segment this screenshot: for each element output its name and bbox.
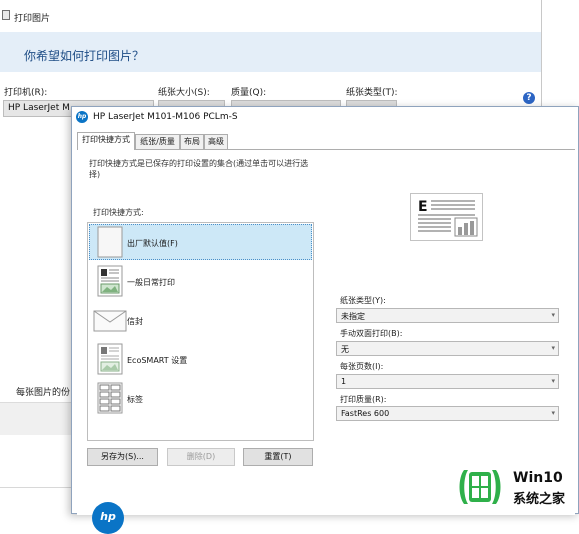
tab-layout[interactable]: 布局 — [180, 134, 204, 149]
shortcuts-label: 打印快捷方式: — [93, 208, 144, 217]
win10-watermark-logo — [456, 466, 504, 508]
back-window-footer — [0, 402, 72, 435]
chevron-down-icon: ▾ — [551, 409, 555, 417]
labels-sheet-icon — [97, 382, 123, 417]
duplex-setting-label: 手动双面打印(B): — [340, 329, 403, 338]
printer-value: HP LaserJet M — [8, 103, 70, 113]
save-as-button[interactable]: 另存为(S)... — [87, 448, 158, 466]
chevron-down-icon: ▾ — [551, 344, 555, 352]
shortcuts-list: 出厂默认值(F) 一般日常打印 信封 EcoSMART 设置 标签 — [87, 222, 314, 441]
shortcut-envelope[interactable]: 信封 — [89, 302, 312, 338]
watermark-title: Win10 — [513, 470, 563, 486]
shortcut-ecosmart[interactable]: EcoSMART 设置 — [89, 341, 312, 377]
paper-size-label: 纸张大小(S): — [158, 88, 210, 98]
help-icon[interactable]: ? — [523, 92, 535, 104]
preview-letter: E — [418, 199, 428, 215]
shortcut-factory-defaults[interactable]: 出厂默认值(F) — [89, 224, 312, 260]
tab-print-shortcuts[interactable]: 打印快捷方式 — [77, 132, 135, 150]
quality-label: 质量(Q): — [231, 88, 267, 98]
paper-type-label: 纸张类型(T): — [346, 88, 398, 98]
duplex-combo[interactable]: 无 ▾ — [336, 341, 559, 356]
paper-type-value: 未指定 — [341, 312, 365, 321]
pages-per-sheet-label: 每张页数(I): — [340, 362, 384, 371]
dialog-titlebar: hp HP LaserJet M101-M106 PCLm-S — [72, 107, 578, 127]
eco-document-icon — [97, 343, 123, 378]
printer-properties-dialog: hp HP LaserJet M101-M106 PCLm-S 打印快捷方式 纸… — [71, 106, 579, 534]
hp-logo-icon: hp — [76, 111, 88, 123]
blank-page-icon — [97, 226, 123, 261]
tab-paper-quality[interactable]: 纸张/质量 — [135, 134, 180, 149]
paper-type-setting-label: 纸张类型(Y): — [340, 296, 386, 305]
shortcut-label: 信封 — [127, 317, 143, 326]
chevron-down-icon: ▾ — [551, 311, 555, 319]
printer-icon — [2, 10, 10, 20]
copies-per-picture-label: 每张图片的份 — [16, 388, 71, 398]
back-window-title: 打印图片 — [14, 14, 51, 24]
shortcut-label: 标签 — [127, 395, 143, 404]
chevron-down-icon: ▾ — [551, 377, 555, 385]
print-quality-label: 打印质量(R): — [340, 395, 387, 404]
print-quality-combo[interactable]: FastRes 600 ▾ — [336, 406, 559, 421]
divider — [0, 487, 72, 488]
printer-label: 打印机(R): — [4, 88, 48, 98]
delete-button[interactable]: 删除(D) — [167, 448, 235, 466]
shortcut-label: 出厂默认值(F) — [127, 239, 178, 248]
shortcut-label: 一般日常打印 — [127, 278, 175, 287]
envelope-icon — [93, 310, 127, 335]
duplex-value: 无 — [341, 345, 349, 354]
pages-per-sheet-combo[interactable]: 1 ▾ — [336, 374, 559, 389]
paper-type-combo[interactable]: 未指定 ▾ — [336, 308, 559, 323]
document-page-icon — [97, 265, 123, 300]
shortcut-general-everyday[interactable]: 一般日常打印 — [89, 263, 312, 299]
tab-advanced[interactable]: 高级 — [204, 134, 228, 149]
back-window-heading: 你希望如何打印图片？ — [24, 49, 145, 63]
print-preview-thumbnail: E — [410, 193, 483, 241]
shortcuts-description: 打印快捷方式是已保存的打印设置的集合(通过单击可以进行选择) — [89, 159, 309, 179]
print-quality-value: FastRes 600 — [341, 409, 390, 418]
shortcut-label: EcoSMART 设置 — [127, 356, 188, 365]
reset-button[interactable]: 重置(T) — [243, 448, 313, 466]
shortcut-labels[interactable]: 标签 — [89, 380, 312, 416]
watermark-subtitle: 系统之家 — [513, 492, 566, 507]
dialog-title: HP LaserJet M101-M106 PCLm-S — [93, 112, 238, 122]
back-window-titlebar: 打印图片 — [0, 0, 541, 32]
hp-logo: hp — [92, 502, 124, 534]
pages-per-sheet-value: 1 — [341, 377, 347, 386]
